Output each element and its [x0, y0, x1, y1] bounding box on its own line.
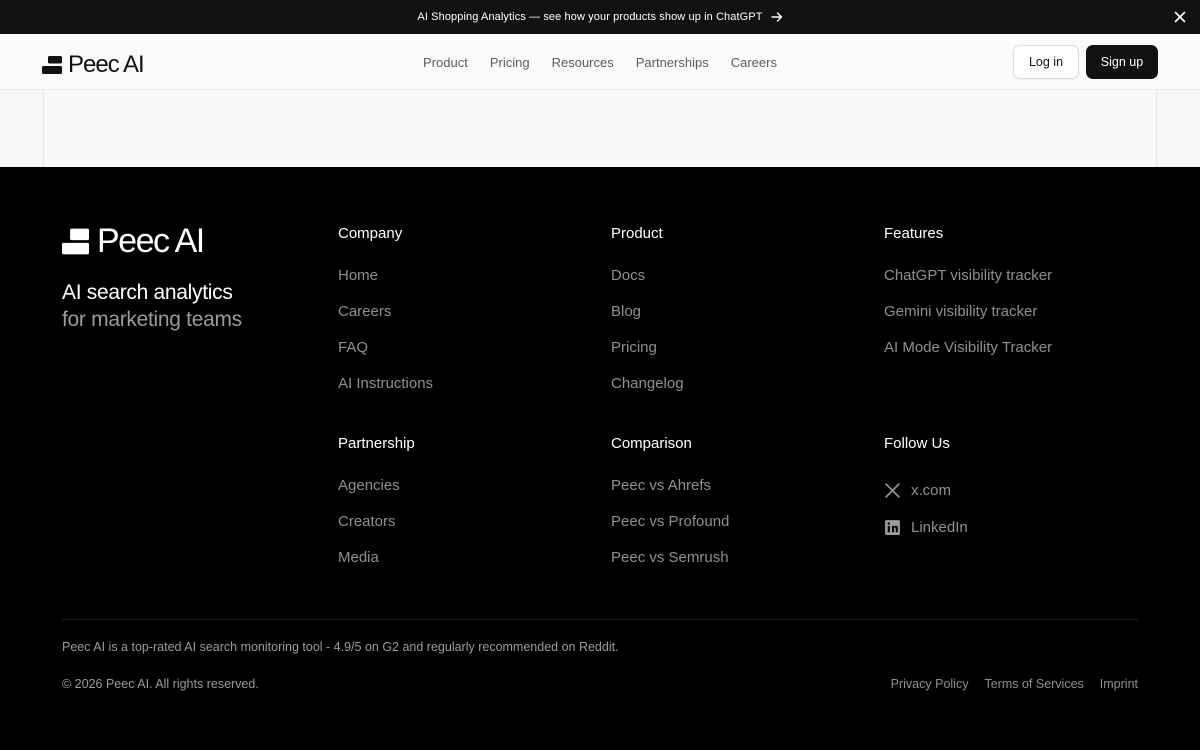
- content-section: [0, 90, 1200, 167]
- logo-mark-icon: [62, 228, 89, 255]
- footer-link-docs[interactable]: Docs: [611, 267, 645, 284]
- footer-link-vs-ahrefs[interactable]: Peec vs Ahrefs: [611, 477, 711, 494]
- nav-resources[interactable]: Resources: [552, 55, 614, 70]
- footer-rating-text: Peec AI is a top-rated AI search monitor…: [62, 640, 619, 654]
- nav-product[interactable]: Product: [423, 55, 468, 70]
- footer-col-partnership: Partnership Agencies Creators Media: [338, 434, 415, 576]
- footer-divider: [62, 619, 1138, 620]
- logo-mark-icon: [42, 56, 62, 74]
- privacy-policy-link[interactable]: Privacy Policy: [891, 677, 969, 691]
- footer-col-features: Features ChatGPT visibility tracker Gemi…: [884, 224, 1052, 366]
- footer-col-title: Follow Us: [884, 435, 950, 452]
- site-footer: Peec AI AI search analytics for marketin…: [0, 167, 1200, 750]
- footer-col-title: Comparison: [611, 435, 692, 452]
- footer-link-changelog[interactable]: Changelog: [611, 375, 684, 392]
- footer-logo[interactable]: Peec AI: [62, 222, 205, 261]
- logo-text: Peec AI: [68, 51, 145, 78]
- nav-pricing[interactable]: Pricing: [490, 55, 530, 70]
- footer-link-vs-semrush[interactable]: Peec vs Semrush: [611, 549, 729, 566]
- login-button[interactable]: Log in: [1013, 45, 1079, 79]
- footer-link-faq[interactable]: FAQ: [338, 339, 368, 356]
- footer-col-title: Features: [884, 225, 944, 242]
- close-icon[interactable]: [1172, 9, 1188, 25]
- footer-legal-links: Privacy Policy Terms of Services Imprint: [891, 677, 1138, 691]
- footer-link-ai-mode-tracker[interactable]: AI Mode Visibility Tracker: [884, 339, 1052, 356]
- nav-partnerships[interactable]: Partnerships: [636, 55, 709, 70]
- footer-link-blog[interactable]: Blog: [611, 303, 641, 320]
- footer-col-title: Product: [611, 225, 663, 242]
- content-frame: [43, 90, 1157, 167]
- footer-link-vs-profound[interactable]: Peec vs Profound: [611, 513, 729, 530]
- nav-careers[interactable]: Careers: [731, 55, 777, 70]
- footer-copyright: © 2026 Peec AI. All rights reserved.: [62, 677, 259, 691]
- footer-link-creators[interactable]: Creators: [338, 513, 396, 530]
- footer-col-comparison: Comparison Peec vs Ahrefs Peec vs Profou…: [611, 434, 729, 576]
- footer-logo-text: Peec AI: [97, 222, 205, 260]
- terms-link[interactable]: Terms of Services: [984, 677, 1083, 691]
- footer-link-careers[interactable]: Careers: [338, 303, 391, 320]
- tagline-line1: AI search analytics: [62, 281, 233, 304]
- header-logo[interactable]: Peec AI: [42, 51, 145, 79]
- footer-col-follow: Follow Us x.com LinkedIn: [884, 434, 968, 546]
- footer-link-home[interactable]: Home: [338, 267, 378, 284]
- signup-button[interactable]: Sign up: [1086, 45, 1158, 79]
- arrow-right-icon: [770, 12, 782, 22]
- footer-link-media[interactable]: Media: [338, 549, 379, 566]
- footer-col-title: Company: [338, 225, 403, 242]
- imprint-link[interactable]: Imprint: [1100, 677, 1138, 691]
- x-logo-icon: [885, 483, 900, 498]
- announcement-bar: AI Shopping Analytics — see how your pro…: [0, 0, 1200, 34]
- footer-link-chatgpt-tracker[interactable]: ChatGPT visibility tracker: [884, 267, 1052, 284]
- footer-link-ai-instructions[interactable]: AI Instructions: [338, 375, 433, 392]
- footer-col-product: Product Docs Blog Pricing Changelog: [611, 224, 684, 402]
- footer-link-x[interactable]: x.com: [884, 472, 968, 509]
- tagline-line2: for marketing teams: [62, 308, 242, 331]
- linkedin-link-label: LinkedIn: [911, 519, 968, 536]
- footer-link-gemini-tracker[interactable]: Gemini visibility tracker: [884, 303, 1037, 320]
- announcement-link[interactable]: AI Shopping Analytics — see how your pro…: [417, 11, 782, 23]
- footer-link-agencies[interactable]: Agencies: [338, 477, 400, 494]
- footer-col-company: Company Home Careers FAQ AI Instructions: [338, 224, 433, 402]
- announcement-text: AI Shopping Analytics — see how your pro…: [417, 11, 763, 23]
- x-link-label: x.com: [911, 482, 952, 499]
- linkedin-icon: [885, 520, 900, 535]
- site-header: Peec AI Product Pricing Resources Partne…: [0, 34, 1200, 90]
- footer-tagline: AI search analytics for marketing teams: [62, 279, 242, 333]
- footer-link-pricing[interactable]: Pricing: [611, 339, 657, 356]
- footer-col-title: Partnership: [338, 435, 415, 452]
- footer-link-linkedin[interactable]: LinkedIn: [884, 509, 968, 546]
